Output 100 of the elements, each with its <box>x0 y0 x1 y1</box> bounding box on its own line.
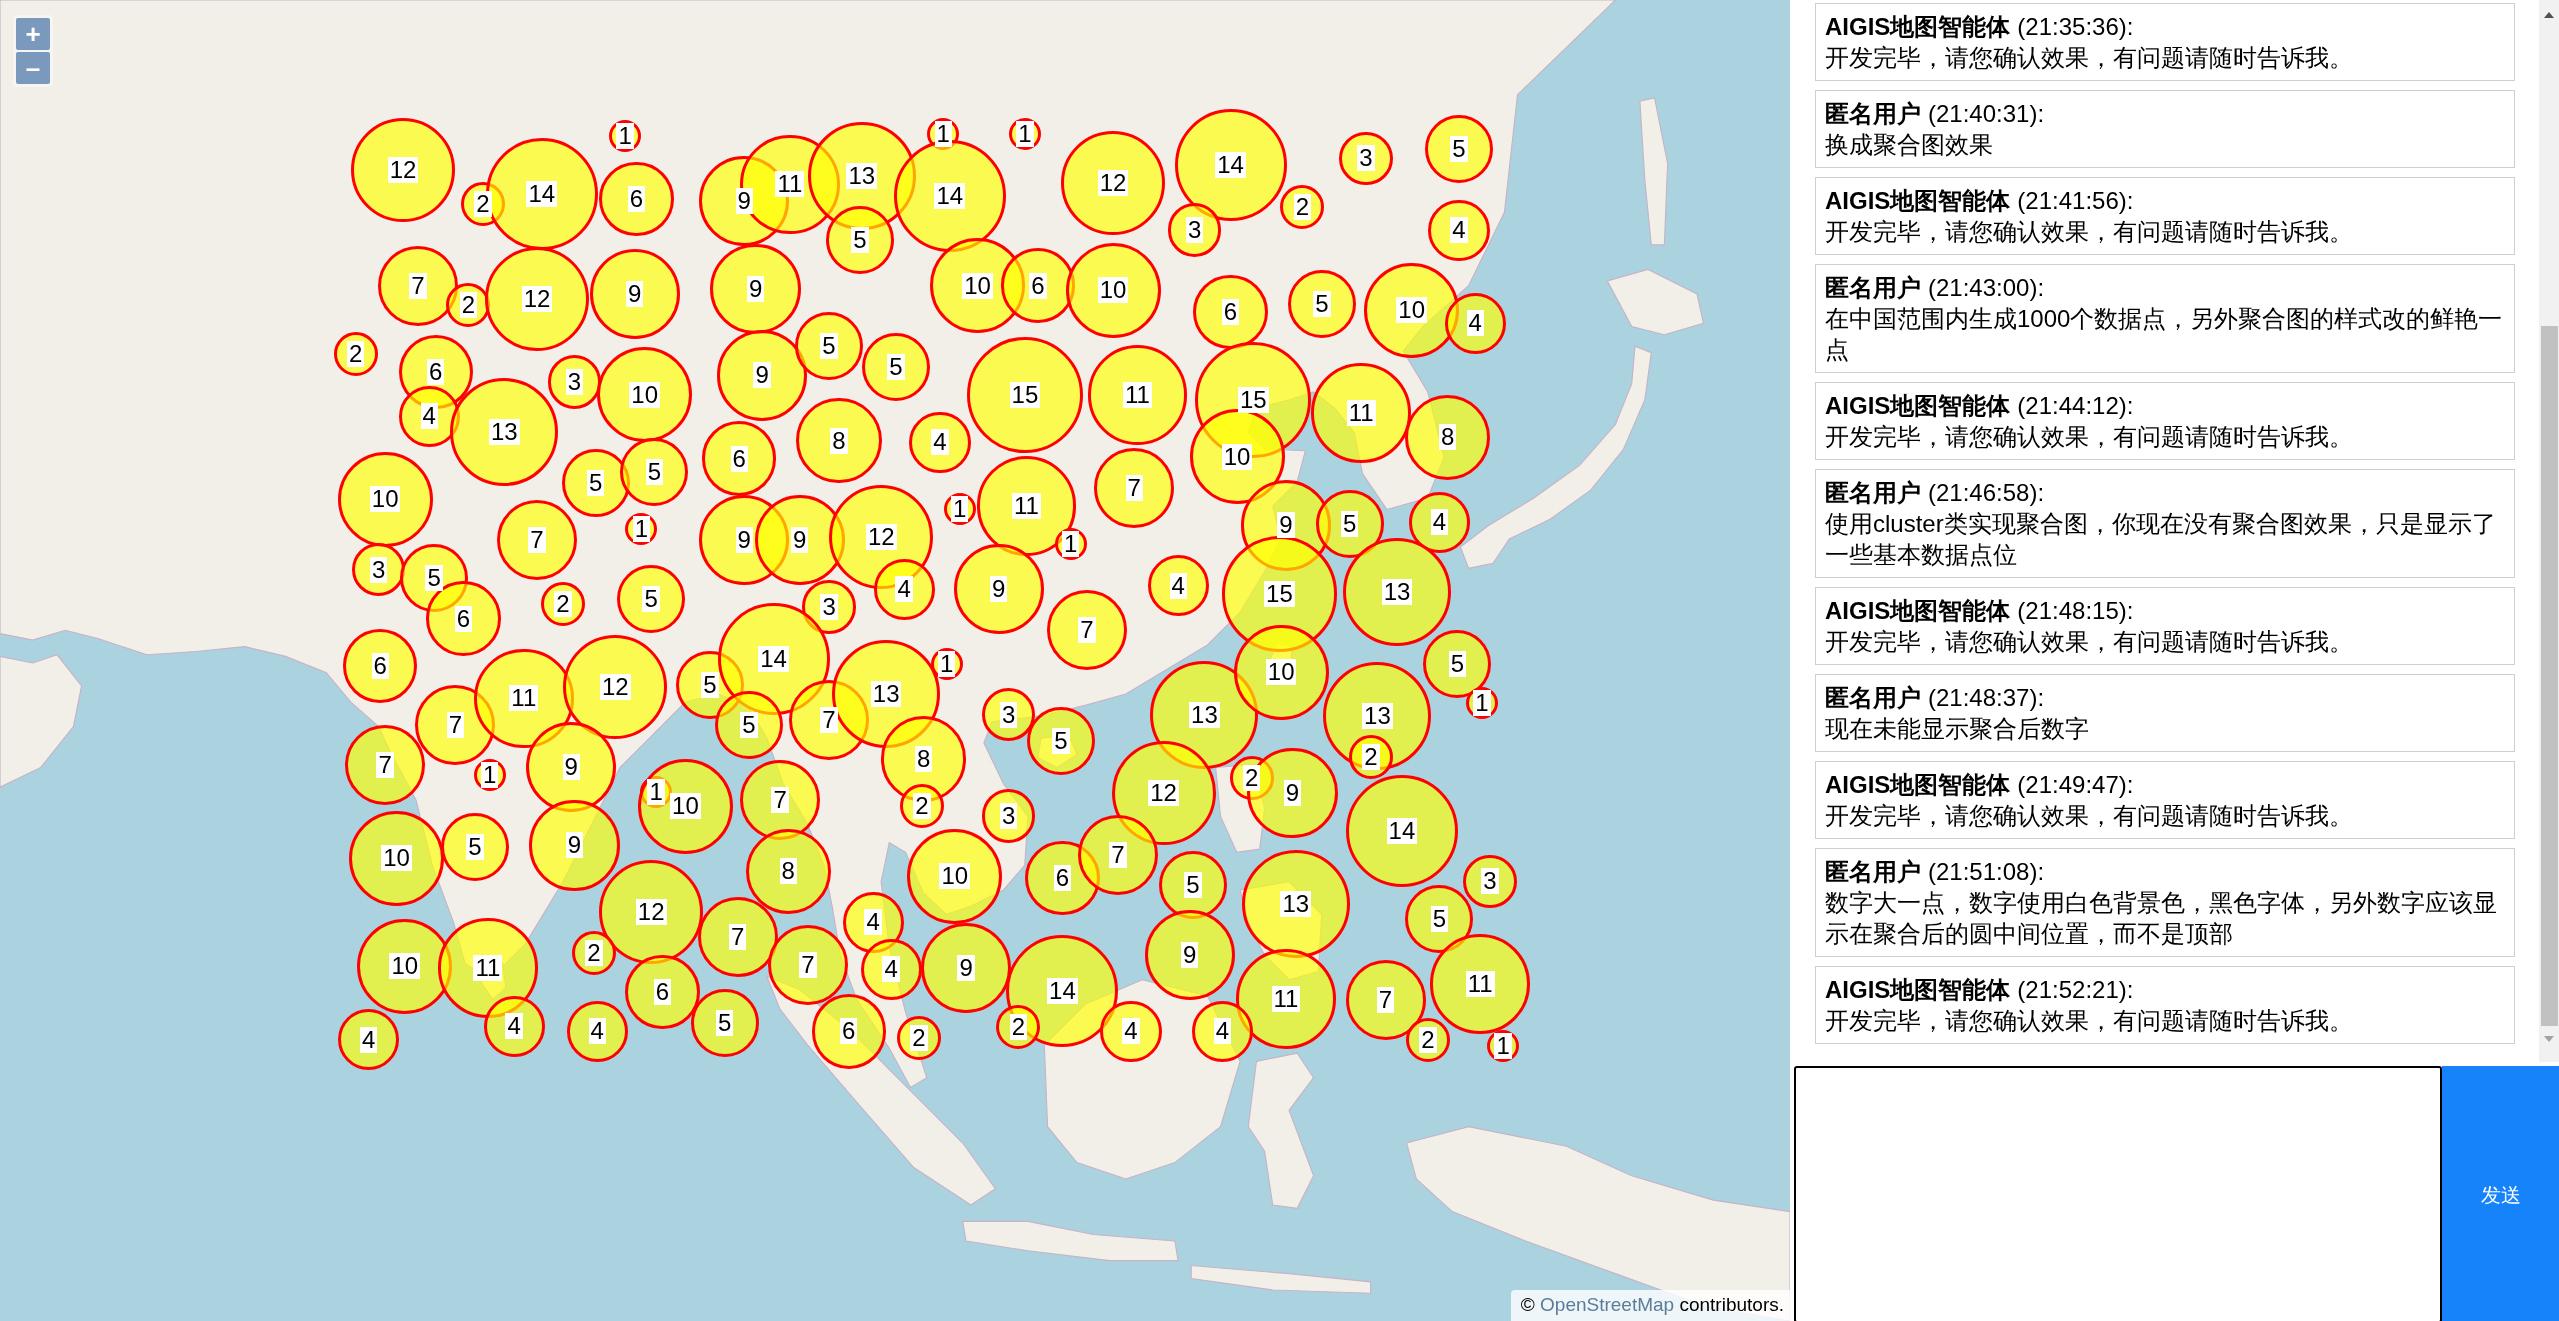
cluster-count: 5 <box>851 226 869 253</box>
message-text: 开发完毕，请您确认效果，有问题请随时告诉我。 <box>1825 1006 2354 1036</box>
sender-name: 匿名用户 <box>1825 274 1921 301</box>
cluster-count: 10 <box>1265 659 1297 686</box>
cluster-count: 2 <box>347 341 365 368</box>
cluster-count: 10 <box>389 953 421 980</box>
message-time: (21:46:58): <box>1928 479 2045 506</box>
cluster-count: 3 <box>820 594 838 621</box>
cluster-count: 9 <box>1277 512 1295 539</box>
cluster-count: 5 <box>642 585 660 612</box>
scroll-down-icon[interactable] <box>2544 1036 2554 1042</box>
cluster-count: 3 <box>1357 145 1375 172</box>
cluster-count: 4 <box>882 956 900 983</box>
cluster-count: 2 <box>554 590 572 617</box>
cluster-count: 7 <box>1109 842 1127 869</box>
cluster-count: 10 <box>670 793 701 820</box>
cluster-count: 1 <box>616 122 634 149</box>
sender-name: 匿名用户 <box>1825 479 1921 506</box>
cluster-count: 10 <box>1097 277 1129 304</box>
cluster-count: 2 <box>1362 744 1380 771</box>
message-time: (21:41:56): <box>2017 187 2134 214</box>
cluster-count: 8 <box>915 745 933 772</box>
cluster-count: 12 <box>865 524 897 550</box>
cluster-count: 5 <box>1052 727 1070 754</box>
sender-name: AIGIS地图智能体 <box>1825 976 2011 1003</box>
cluster-count: 2 <box>1419 1026 1437 1053</box>
cluster-count: 5 <box>425 564 443 591</box>
message-text: 开发完毕，请您确认效果，有问题请随时告诉我。 <box>1825 627 2354 657</box>
cluster-count: 4 <box>931 429 949 456</box>
cluster-count: 9 <box>990 576 1008 603</box>
message-text: 换成聚合图效果 <box>1825 130 1994 160</box>
cluster-count: 13 <box>1381 579 1413 606</box>
cluster-count: 10 <box>629 381 660 408</box>
message-text: 开发完毕，请您确认效果，有问题请随时告诉我。 <box>1825 422 2354 452</box>
cluster-count: 5 <box>1313 290 1331 317</box>
cluster-count: 2 <box>474 191 492 218</box>
cluster-count: 13 <box>846 163 878 190</box>
zoom-in-button[interactable]: + <box>16 18 50 50</box>
sender-name: AIGIS地图智能体 <box>1825 771 2011 798</box>
zoom-out-button[interactable]: – <box>16 52 50 84</box>
cluster-count: 9 <box>626 280 644 307</box>
cluster-count: 10 <box>962 272 993 299</box>
cluster-count: 2 <box>910 1024 928 1051</box>
cluster-count: 5 <box>1184 871 1202 898</box>
cluster-count: 12 <box>1148 780 1179 807</box>
message-text: 使用cluster类实现聚合图，你现在没有聚合图效果，只是显示了一些基本数据点位 <box>1825 509 2497 570</box>
cluster-count: 12 <box>635 899 667 926</box>
cluster-count: 11 <box>775 171 805 198</box>
message-text: 数字大一点，数字使用白色背景色，黑色字体，另外数字应该显示在聚合后的圆中间位置，而不是顶部 <box>1825 888 2498 949</box>
sender-name: AIGIS地图智能体 <box>1825 392 2011 419</box>
send-button[interactable]: 发送 <box>2442 1066 2559 1321</box>
cluster-count: 11 <box>473 954 503 981</box>
sender-name: 匿名用户 <box>1825 684 1921 711</box>
map-attribution: © OpenStreetMap contributors. <box>1510 1290 1790 1321</box>
cluster-count: 9 <box>957 954 975 981</box>
message-text: 在中国范围内生成1000个数据点，另外聚合图的样式改的鲜艳一点 <box>1825 304 2504 365</box>
message-time: (21:48:37): <box>1928 684 2045 711</box>
cluster-count: 14 <box>1047 977 1078 1004</box>
cluster-count: 9 <box>1181 941 1199 968</box>
cluster-count: 4 <box>505 1013 523 1040</box>
cluster-count: 11 <box>1465 971 1495 998</box>
cluster-count: 3 <box>1481 868 1499 895</box>
cluster-count: 4 <box>895 576 913 603</box>
message-time: (21:40:31): <box>1928 100 2045 127</box>
cluster-count: 14 <box>526 181 558 208</box>
message-text: 开发完毕，请您确认效果，有问题请随时告诉我。 <box>1825 43 2354 73</box>
cluster-count: 2 <box>585 940 603 967</box>
message-input[interactable] <box>1794 1066 2442 1321</box>
cluster-count: 6 <box>427 359 445 386</box>
cluster-count: 5 <box>1450 135 1468 162</box>
cluster-count: 9 <box>753 362 771 389</box>
cluster-count: 7 <box>528 527 546 554</box>
cluster-count: 1 <box>647 778 665 805</box>
cluster-count: 14 <box>934 182 966 209</box>
message-time: (21:44:12): <box>2017 392 2134 419</box>
cluster-count: 8 <box>830 427 848 454</box>
cluster-count: 13 <box>1280 891 1312 918</box>
cluster-count: 5 <box>701 672 719 699</box>
cluster-count: 15 <box>1264 581 1295 608</box>
cluster-count: 7 <box>799 951 817 978</box>
cluster-count: 1 <box>1494 1033 1512 1060</box>
message-time: (21:35:36): <box>2017 13 2134 40</box>
message-text: 现在未能显示聚合后数字 <box>1825 714 2090 744</box>
cluster-count: 4 <box>360 1026 378 1053</box>
message-time: (21:48:15): <box>2017 597 2134 624</box>
sender-name: 匿名用户 <box>1825 858 1921 885</box>
scrollbar-track[interactable] <box>2539 0 2559 1062</box>
cluster-count: 1 <box>1016 120 1034 147</box>
scrollbar-thumb[interactable] <box>2540 326 2558 1026</box>
cluster-count: 4 <box>1122 1018 1140 1045</box>
cluster-count: 10 <box>939 863 971 890</box>
cluster-count: 5 <box>820 332 838 359</box>
cluster-count: 4 <box>1450 217 1468 244</box>
cluster-count: 4 <box>864 909 882 936</box>
cluster-count: 10 <box>381 845 412 872</box>
cluster-count: 2 <box>913 793 931 820</box>
scroll-up-icon[interactable] <box>2544 12 2554 18</box>
cluster-count: 13 <box>1362 703 1393 730</box>
cluster-count: 11 <box>1012 492 1041 519</box>
attribution-link[interactable]: OpenStreetMap <box>1540 1294 1675 1315</box>
